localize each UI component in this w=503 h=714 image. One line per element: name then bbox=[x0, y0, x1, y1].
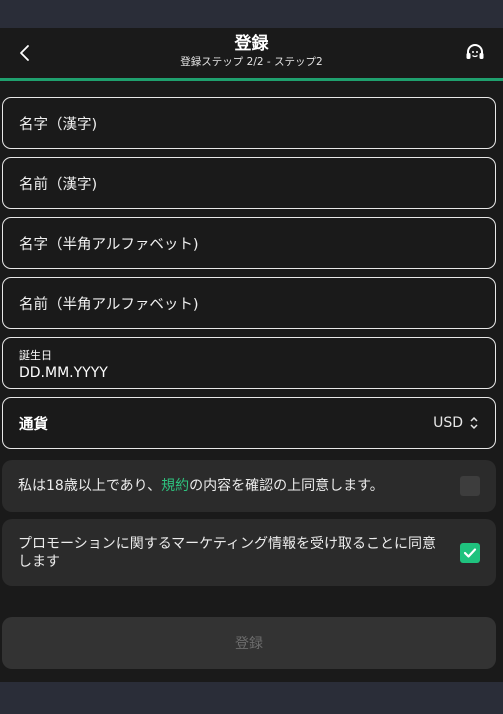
headset-icon bbox=[466, 44, 484, 59]
last-name-latin-field[interactable]: 名字（半角アルファベット) bbox=[2, 217, 496, 269]
header-titles: 登録 登録ステップ 2/2 - ステップ2 bbox=[0, 34, 503, 69]
marketing-consent-text: プロモーションに関するマーケティング情報を受け取ることに同意します bbox=[18, 535, 437, 570]
age-consent-row: 私は18歳以上であり、規約の内容を確認の上同意します。 bbox=[2, 460, 496, 512]
register-button[interactable]: 登録 bbox=[2, 617, 496, 669]
age-consent-checkbox[interactable] bbox=[460, 476, 480, 496]
first-name-latin-placeholder: 名前（半角アルファベット) bbox=[19, 296, 199, 313]
currency-select[interactable]: 通貨 USD bbox=[2, 397, 496, 449]
marketing-consent-row: プロモーションに関するマーケティング情報を受け取ることに同意します bbox=[2, 519, 496, 586]
first-name-latin-field[interactable]: 名前（半角アルファベット) bbox=[2, 277, 496, 329]
currency-value: USD bbox=[433, 415, 463, 431]
support-button[interactable] bbox=[461, 39, 489, 67]
last-name-latin-placeholder: 名字（半角アルファベット) bbox=[19, 236, 199, 253]
page-subtitle: 登録ステップ 2/2 - ステップ2 bbox=[180, 56, 323, 68]
marketing-consent-checkbox[interactable] bbox=[460, 542, 480, 563]
terms-link[interactable]: 規約 bbox=[161, 478, 189, 494]
header-accent-line bbox=[0, 78, 503, 81]
bottom-bar bbox=[0, 682, 503, 714]
first-name-kanji-placeholder: 名前（漢字) bbox=[19, 176, 98, 193]
page-title: 登録 bbox=[234, 34, 269, 54]
registration-screen: 登録 登録ステップ 2/2 - ステップ2 名字（漢字) 名前（漢字) 名字（半… bbox=[0, 0, 503, 714]
checkmark-icon bbox=[463, 547, 477, 558]
sort-arrows-icon bbox=[470, 416, 478, 430]
date-of-birth-placeholder: DD.MM.YYYY bbox=[19, 365, 108, 381]
currency-label: 通貨 bbox=[19, 416, 48, 433]
last-name-kanji-placeholder: 名字（漢字) bbox=[19, 116, 98, 133]
header: 登録 登録ステップ 2/2 - ステップ2 bbox=[0, 28, 503, 78]
last-name-kanji-field[interactable]: 名字（漢字) bbox=[2, 97, 496, 149]
date-of-birth-label: 誕生日 bbox=[19, 349, 52, 362]
currency-selected: USD bbox=[433, 415, 479, 431]
age-consent-text: 私は18歳以上であり、規約の内容を確認の上同意します。 bbox=[18, 478, 384, 494]
date-of-birth-field[interactable]: 誕生日 DD.MM.YYYY bbox=[2, 337, 496, 389]
status-bar bbox=[0, 0, 503, 28]
first-name-kanji-field[interactable]: 名前（漢字) bbox=[2, 157, 496, 209]
